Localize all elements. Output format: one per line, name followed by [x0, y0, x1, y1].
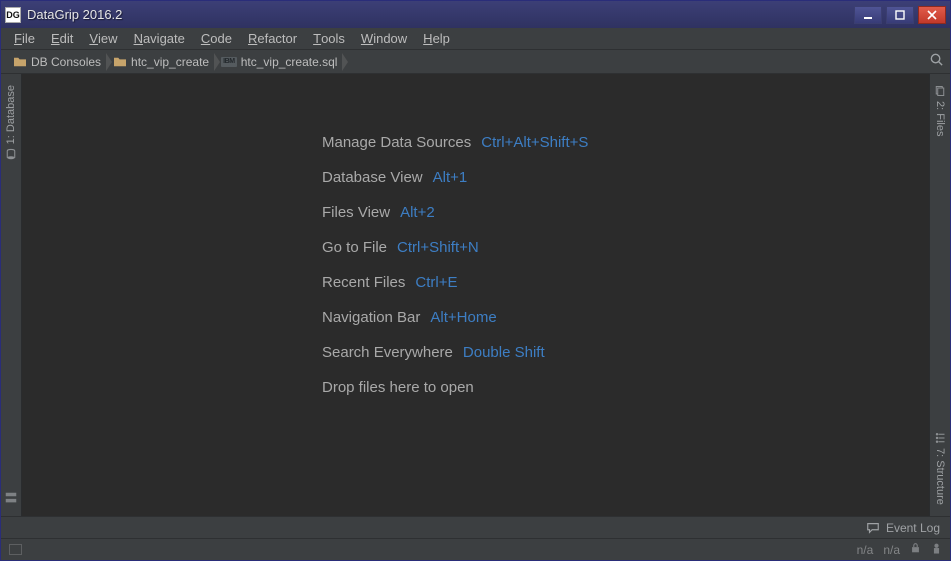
speech-bubble-icon [866, 521, 880, 535]
tip-label: Drop files here to open [322, 379, 474, 396]
close-button[interactable] [918, 6, 946, 24]
welcome-tip: Files View Alt+2 [322, 204, 929, 221]
event-log-bar: Event Log [1, 516, 950, 538]
tip-shortcut[interactable]: Ctrl+Alt+Shift+S [481, 134, 588, 151]
files-icon [934, 85, 946, 97]
menu-help[interactable]: Help [416, 28, 457, 49]
breadcrumb-label: DB Consoles [31, 55, 101, 69]
app-icon: DG [5, 7, 21, 23]
folder-icon [13, 56, 27, 68]
welcome-tips: Manage Data Sources Ctrl+Alt+Shift+S Datab… [22, 74, 929, 516]
menu-code[interactable]: Code [194, 28, 239, 49]
files-tool-tab[interactable]: 2: Files [931, 80, 949, 141]
menu-window[interactable]: Window [354, 28, 414, 49]
tip-shortcut[interactable]: Ctrl+Shift+N [397, 239, 479, 256]
right-tool-gutter: 2: Files 7: Structure [929, 74, 950, 516]
search-icon[interactable] [929, 52, 944, 72]
left-tool-gutter: 1: Database [1, 74, 22, 516]
maximize-button[interactable] [886, 6, 914, 24]
tip-shortcut[interactable]: Alt+1 [433, 169, 468, 186]
editor-area: Manage Data Sources Ctrl+Alt+Shift+S Datab… [22, 74, 929, 516]
tip-shortcut[interactable]: Ctrl+E [415, 274, 457, 291]
breadcrumb-label: htc_vip_create.sql [241, 55, 338, 69]
breadcrumb-label: htc_vip_create [131, 55, 209, 69]
menu-edit[interactable]: Edit [44, 28, 80, 49]
breadcrumb-item[interactable]: htc_vip_create [107, 53, 215, 71]
welcome-tip: Go to File Ctrl+Shift+N [322, 239, 929, 256]
tip-label: Go to File [322, 239, 387, 256]
status-col1: n/a [857, 543, 874, 557]
status-bar: n/a n/a [1, 538, 950, 560]
structure-tool-tab[interactable]: 7: Structure [931, 427, 949, 510]
welcome-tip: Manage Data Sources Ctrl+Alt+Shift+S [322, 134, 929, 151]
event-log-label: Event Log [886, 521, 940, 535]
tip-shortcut[interactable]: Alt+Home [430, 309, 496, 326]
breadcrumb-bar: DB Consoles htc_vip_create IBM htc_vip_crea… [1, 50, 950, 74]
database-tool-tab[interactable]: 1: Database [2, 80, 20, 165]
ibm-icon: IBM [221, 57, 237, 67]
breadcrumb-item[interactable]: DB Consoles [7, 53, 107, 71]
welcome-tip: Search Everywhere Double Shift [322, 344, 929, 361]
tip-label: Search Everywhere [322, 344, 453, 361]
menu-view[interactable]: View [82, 28, 124, 49]
tip-label: Files View [322, 204, 390, 221]
minimize-button[interactable] [854, 6, 882, 24]
database-tool-label: 1: Database [5, 85, 17, 144]
status-col2: n/a [883, 543, 900, 557]
window-title: DataGrip 2016.2 [27, 7, 122, 22]
storage-icon[interactable] [4, 491, 18, 510]
status-left-box-icon[interactable] [9, 544, 22, 555]
welcome-tip: Navigation Bar Alt+Home [322, 309, 929, 326]
menu-navigate[interactable]: Navigate [127, 28, 192, 49]
tip-label: Navigation Bar [322, 309, 420, 326]
files-tool-label: 2: Files [934, 101, 946, 136]
structure-tool-label: 7: Structure [934, 448, 946, 505]
tip-label: Manage Data Sources [322, 134, 471, 151]
menubar: FileEditViewNavigateCodeRefactorToolsWin… [1, 28, 950, 50]
menu-file[interactable]: File [7, 28, 42, 49]
welcome-tip: Drop files here to open [322, 379, 929, 396]
tip-shortcut[interactable]: Alt+2 [400, 204, 435, 221]
welcome-tip: Recent Files Ctrl+E [322, 274, 929, 291]
event-log-button[interactable]: Event Log [866, 521, 940, 535]
titlebar: DG DataGrip 2016.2 [1, 1, 950, 28]
hector-icon[interactable] [931, 542, 942, 558]
welcome-tip: Database View Alt+1 [322, 169, 929, 186]
database-icon [5, 148, 17, 160]
structure-icon [934, 432, 946, 444]
tip-label: Recent Files [322, 274, 405, 291]
menu-tools[interactable]: Tools [306, 28, 352, 49]
folder-icon [113, 56, 127, 68]
tip-label: Database View [322, 169, 423, 186]
breadcrumb-item[interactable]: IBM htc_vip_create.sql [215, 53, 343, 71]
tip-shortcut[interactable]: Double Shift [463, 344, 545, 361]
lock-icon[interactable] [910, 542, 921, 557]
menu-refactor[interactable]: Refactor [241, 28, 304, 49]
